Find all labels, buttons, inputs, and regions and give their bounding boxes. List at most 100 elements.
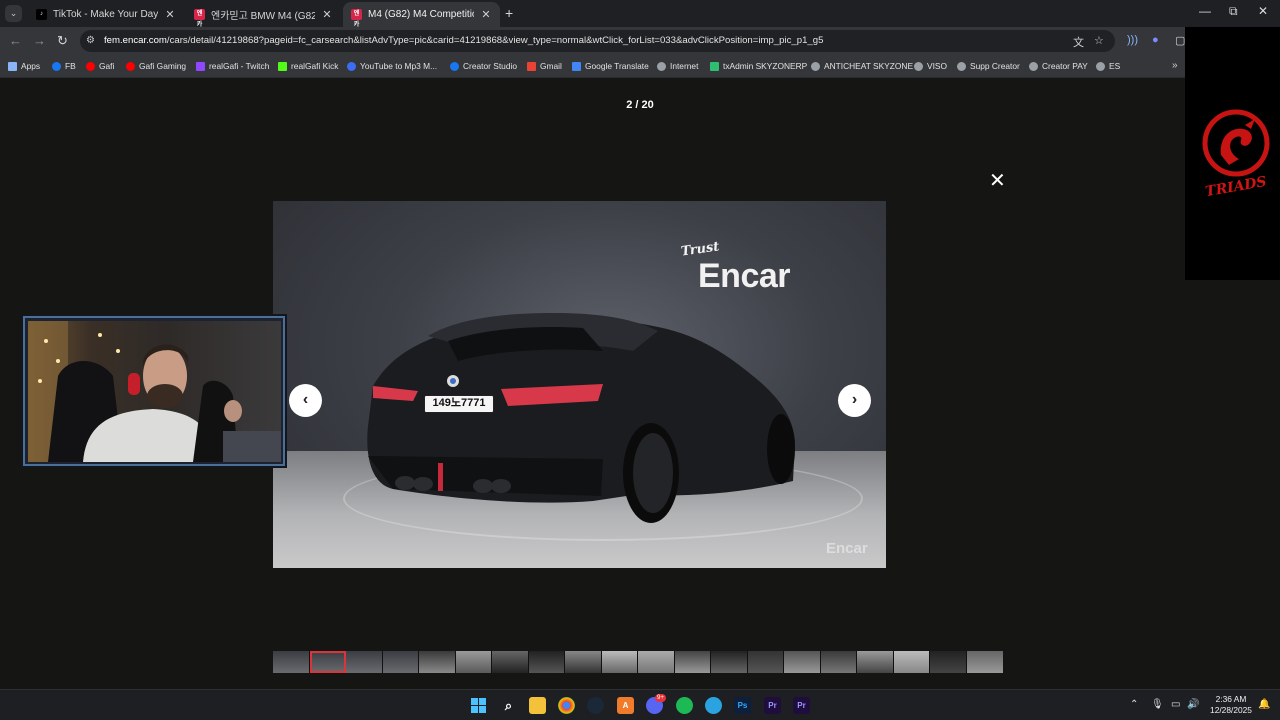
thumbnail-6[interactable] [456,651,492,673]
extensions-menu-icon[interactable]: ▢ [1175,34,1185,47]
close-tab-icon[interactable]: ✕ [321,8,333,21]
bookmark-fb[interactable]: FB [52,61,76,71]
thumbnail-11[interactable] [638,651,675,673]
thumbnail-15[interactable] [784,651,821,673]
bookmark-star-icon[interactable]: ☆ [1094,34,1104,47]
tab-strip: ⌄ ♪ TikTok - Make Your Day ✕ 엔카 엔카믿고 BMW… [0,0,1280,28]
search-icon[interactable]: ⌕ [500,697,517,714]
thumbnail-14[interactable] [748,651,784,673]
close-window-button[interactable]: ✕ [1258,4,1268,18]
tab-search-button[interactable]: ⌄ [5,5,22,22]
translate-icon[interactable]: 文 [1073,34,1084,50]
tiktok-icon: ♪ [36,9,47,20]
steam-icon[interactable] [587,697,604,714]
address-bar[interactable]: ⚙ fem.encar.com/cars/detail/41219868?pag… [80,30,1115,52]
affinity-icon[interactable]: A [617,697,634,714]
bookmark-creator-studio[interactable]: Creator Studio [450,61,517,71]
file-explorer-icon[interactable] [529,697,546,714]
back-icon[interactable]: ← [9,33,22,48]
close-tab-icon[interactable]: ✕ [480,8,492,21]
restore-button[interactable]: ⧉ [1229,4,1238,19]
meta-icon [450,61,459,71]
close-viewer-button[interactable]: ✕ [989,171,1006,191]
tab-tiktok[interactable]: ♪ TikTok - Make Your Day ✕ [28,2,184,27]
close-tab-icon[interactable]: ✕ [164,8,176,21]
new-tab-button[interactable]: + [505,5,513,21]
notifications-icon[interactable]: 🔔 [1258,699,1270,710]
bookmark-gafi-gaming[interactable]: Gafi Gaming [126,61,186,71]
extension-icon[interactable]: ))) [1127,34,1138,46]
microphone-icon[interactable]: 🎙 [1151,699,1164,710]
chrome-icon[interactable] [558,697,575,714]
photoshop-icon[interactable]: Ps [734,697,751,714]
encar-icon: 엔카 [194,9,205,28]
thumbnail-4[interactable] [383,651,419,673]
link-icon [957,61,966,71]
tab-encar-detail[interactable]: 엔카 M4 (G82) M4 Competition M xDrive ✕ [343,2,500,28]
thumbnail-5[interactable] [419,651,456,673]
globe-icon [1096,61,1105,71]
bookmark-es[interactable]: ES [1096,61,1120,71]
thumbnail-1[interactable] [273,651,310,673]
next-photo-button[interactable]: › [838,384,871,417]
thumbnail-13[interactable] [711,651,748,673]
telegram-icon[interactable] [705,697,722,714]
thumbnail-9[interactable] [565,651,602,673]
encar-watermark: Encar [826,540,868,557]
bookmark-supp-creator[interactable]: Supp Creator [957,61,1020,71]
thumbnail-7[interactable] [492,651,529,673]
bookmark-anticheat[interactable]: ANTICHEAT SKYZONE [811,61,913,71]
streamer-figure [28,321,281,462]
url-host: fem.encar.com [104,35,167,46]
site-info-icon[interactable]: ⚙ [86,35,95,46]
system-clock[interactable]: 2:36 AM 12/28/2025 [1205,694,1257,716]
thumbnail-20[interactable] [967,651,1003,673]
globe-icon [657,61,666,71]
bookmark-gmail[interactable]: Gmail [527,61,562,71]
bookmark-apps[interactable]: Apps [8,61,40,71]
bookmarks-bar: Apps FB Gafi Gafi Gaming realGafi - Twit… [0,56,1185,78]
taskbar: ⌕ A 9+ Ps Pr Pr ⌃ 🎙 ▭ 🔊 2:36 AM 12/28/20… [0,689,1280,720]
premiere-icon[interactable]: Pr [764,697,781,714]
bookmarks-overflow-button[interactable]: » [1172,60,1178,71]
thumbnail-strip [273,651,1006,673]
thumbnail-3[interactable] [346,651,383,673]
bookmark-creator-pay[interactable]: Creator PAY [1029,61,1088,71]
bookmark-txadmin[interactable]: txAdmin SKYZONERP [710,61,807,71]
volume-icon[interactable]: 🔊 [1187,699,1199,710]
bookmark-twitch[interactable]: realGafi - Twitch [196,61,269,71]
url-text[interactable]: fem.encar.com/cars/detail/41219868?pagei… [104,35,823,46]
encar-icon: 엔카 [351,9,362,28]
bookmark-yt-mp3[interactable]: YouTube to Mp3 M... [347,61,437,71]
apps-grid-icon [8,61,17,71]
license-plate: 149노7771 [424,395,494,413]
webcam-overlay [23,316,285,466]
network-icon[interactable]: ▭ [1171,699,1180,710]
thumbnail-2[interactable] [310,651,346,673]
show-hidden-icons-icon[interactable]: ⌃ [1130,699,1138,710]
spotify-icon[interactable] [676,697,693,714]
thumbnail-10[interactable] [602,651,638,673]
thumbnail-17[interactable] [857,651,894,673]
tab-encar-listing[interactable]: 엔카 엔카믿고 BMW M4 (G82) 중고차 ✕ [186,2,341,28]
bookmark-internet[interactable]: Internet [657,61,698,71]
thumbnail-16[interactable] [821,651,857,673]
profile-icon[interactable]: ● [1152,34,1159,46]
forward-icon[interactable]: → [33,33,46,48]
reload-icon[interactable]: ↻ [57,33,68,49]
prev-photo-button[interactable]: ‹ [289,384,322,417]
bookmark-viso[interactable]: VISO [914,61,947,71]
minimize-button[interactable]: — [1199,4,1211,18]
bookmark-google-translate[interactable]: Google Translate [572,61,649,71]
thumbnail-8[interactable] [529,651,565,673]
bookmark-gafi[interactable]: Gafi [86,61,114,71]
start-button[interactable] [470,697,487,714]
premiere-icon-2[interactable]: Pr [793,697,810,714]
bookmark-kick[interactable]: realGafi Kick [278,61,338,71]
thumbnail-12[interactable] [675,651,711,673]
download-icon [347,61,356,71]
webcam-feed [28,321,281,462]
thumbnail-19[interactable] [930,651,967,673]
twitch-icon [196,61,205,71]
thumbnail-18[interactable] [894,651,930,673]
